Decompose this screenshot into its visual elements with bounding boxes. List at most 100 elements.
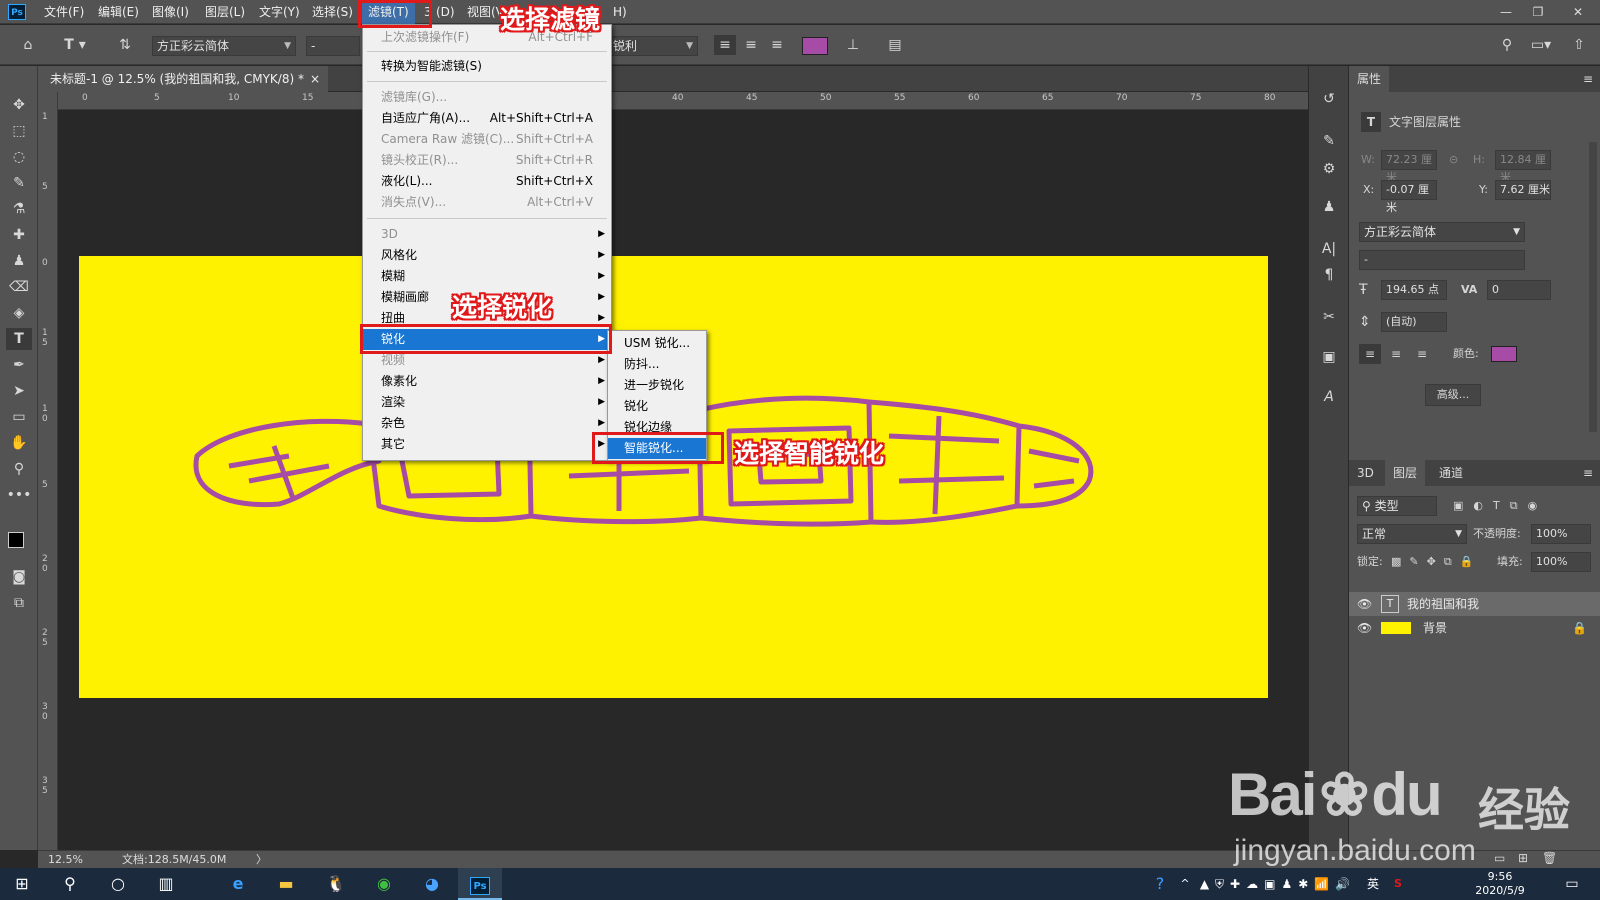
type-tool-icon[interactable]: T xyxy=(6,328,32,350)
align-left-icon[interactable]: ≡ xyxy=(1359,344,1381,364)
panel-menu-icon[interactable]: ≡ xyxy=(1575,66,1600,92)
pen-tool-icon[interactable]: ✒ xyxy=(6,354,32,376)
menu-item-stylize[interactable]: 风格化 ▶ xyxy=(363,245,611,266)
fill-field[interactable]: 100% xyxy=(1531,552,1591,572)
eyedropper-tool-icon[interactable]: ⚗ xyxy=(6,198,32,220)
menu-item-render[interactable]: 渲染 ▶ xyxy=(363,392,611,413)
tab-3d[interactable]: 3D xyxy=(1349,460,1382,486)
rectangle-tool-icon[interactable]: ▭ xyxy=(6,406,32,428)
align-right-icon[interactable]: ≡ xyxy=(1411,344,1433,364)
zoom-level[interactable]: 12.5% xyxy=(48,851,83,869)
help-icon[interactable]: ? xyxy=(1148,868,1172,900)
character-panel-icon[interactable]: A| xyxy=(1316,238,1342,260)
type-tool-preset-icon[interactable]: T ▾ xyxy=(60,35,90,55)
edge-browser-icon[interactable]: e xyxy=(216,868,260,900)
submenu-item-sharpen[interactable]: 锐化 xyxy=(608,396,706,417)
browser-360-icon[interactable]: ◉ xyxy=(362,868,406,900)
align-right-icon[interactable]: ≡ xyxy=(766,35,788,55)
restore-button[interactable]: ❐ xyxy=(1522,0,1554,24)
layer-row[interactable]: 👁 背景 🔒 xyxy=(1349,616,1600,640)
character-panel-icon[interactable]: ▤ xyxy=(884,35,906,55)
opacity-field[interactable]: 100% xyxy=(1531,524,1591,544)
qq-icon[interactable]: 🐧 xyxy=(314,868,358,900)
screen-mode-icon[interactable]: ⧉ xyxy=(6,592,32,614)
quick-select-tool-icon[interactable]: ✎ xyxy=(6,172,32,194)
more-tools-icon[interactable]: ••• xyxy=(6,484,32,506)
close-button[interactable]: ✕ xyxy=(1562,0,1594,24)
eraser-tool-icon[interactable]: ⌫ xyxy=(6,276,32,298)
menu-3d-suffix[interactable]: (D) xyxy=(430,0,461,24)
history-panel-icon[interactable]: ↺ xyxy=(1316,88,1342,110)
document-tab[interactable]: 未标题-1 @ 12.5% (我的祖国和我, CMYK/8) * × xyxy=(38,66,328,92)
tools-preset-icon[interactable]: ✂ xyxy=(1316,306,1342,328)
libraries-panel-icon[interactable]: ▣ xyxy=(1316,346,1342,368)
workspace-icon[interactable]: ▭▾ xyxy=(1526,35,1556,55)
photoshop-taskbar-icon[interactable]: Ps xyxy=(458,868,502,900)
task-view-icon[interactable]: ▥ xyxy=(144,868,188,900)
menu-item-blur[interactable]: 模糊 ▶ xyxy=(363,266,611,287)
paragraph-panel-icon[interactable]: ¶ xyxy=(1316,264,1342,286)
font-style-select[interactable]: - xyxy=(306,36,360,56)
stamp-tool-icon[interactable]: ♟ xyxy=(6,250,32,272)
tab-channels[interactable]: 通道 xyxy=(1431,460,1471,486)
submenu-item-usm-sharpen[interactable]: USM 锐化... xyxy=(608,333,706,354)
font-family-field[interactable]: 方正彩云简体 ▼ xyxy=(1359,222,1525,242)
search-icon[interactable]: ⚲ xyxy=(48,868,92,900)
link-icon[interactable]: ⊝ xyxy=(1449,150,1458,170)
menu-item-pixelate[interactable]: 像素化 ▶ xyxy=(363,371,611,392)
search-icon[interactable]: ⚲ xyxy=(1496,35,1518,55)
height-field[interactable]: 12.84 厘米 xyxy=(1495,150,1551,184)
align-center-icon[interactable]: ≡ xyxy=(1385,344,1407,364)
layer-row[interactable]: 👁 T 我的祖国和我 xyxy=(1349,592,1600,616)
panel-menu-icon[interactable]: ≡ xyxy=(1575,460,1600,486)
minimize-button[interactable]: — xyxy=(1490,0,1522,24)
clone-source-panel-icon[interactable]: ♟ xyxy=(1316,196,1342,218)
tracking-field[interactable]: 0 xyxy=(1487,280,1551,300)
font-style-field[interactable]: - xyxy=(1359,250,1525,270)
tray-expand-icon[interactable]: ^ xyxy=(1176,868,1194,900)
align-left-icon[interactable]: ≡ xyxy=(714,35,736,55)
adjustments-panel-icon[interactable]: ⚙ xyxy=(1316,158,1342,180)
y-field[interactable]: 7.62 厘米 xyxy=(1495,180,1551,200)
antialias-select[interactable]: 锐利 ▼ xyxy=(608,36,698,56)
move-tool-icon[interactable]: ✥ xyxy=(6,94,32,116)
menu-item-vanishing-point[interactable]: 消失点(V)... Alt+Ctrl+V xyxy=(363,192,611,213)
menu-item-liquify[interactable]: 液化(L)... Shift+Ctrl+X xyxy=(363,171,611,192)
menu-edit[interactable]: 编辑(E) xyxy=(92,0,145,24)
text-color-swatch[interactable] xyxy=(802,37,828,55)
width-field[interactable]: 72.23 厘米 xyxy=(1381,150,1437,184)
align-center-icon[interactable]: ≡ xyxy=(740,35,762,55)
tab-layers[interactable]: 图层 xyxy=(1385,460,1426,486)
lock-icons[interactable]: ▩✎✥⧉🔒 xyxy=(1391,552,1481,572)
submenu-item-sharpen-more[interactable]: 进一步锐化 xyxy=(608,375,706,396)
home-icon[interactable]: ⌂ xyxy=(16,35,40,55)
menu-item-other[interactable]: 其它 ▶ xyxy=(363,434,611,455)
blend-mode-select[interactable]: 正常 ▼ xyxy=(1357,524,1467,544)
warp-text-icon[interactable]: ⊥ xyxy=(842,35,864,55)
menu-image[interactable]: 图像(I) xyxy=(146,0,195,24)
properties-scrollbar[interactable] xyxy=(1589,142,1597,432)
eye-icon[interactable]: 👁 xyxy=(1357,616,1372,640)
menu-file[interactable]: 文件(F) xyxy=(38,0,90,24)
foreground-color-swatch[interactable] xyxy=(8,532,24,548)
lasso-tool-icon[interactable]: ◌ xyxy=(6,146,32,168)
zoom-tool-icon[interactable]: ⚲ xyxy=(6,458,32,480)
advanced-button[interactable]: 高级... xyxy=(1425,384,1481,406)
menu-item-filter-gallery[interactable]: 滤镜库(G)... xyxy=(363,87,611,108)
leading-field[interactable]: (自动) xyxy=(1381,312,1447,332)
cortana-icon[interactable]: ○ xyxy=(96,868,140,900)
menu-item-adaptive-wide-angle[interactable]: 自适应广角(A)... Alt+Shift+Ctrl+A xyxy=(363,108,611,129)
x-field[interactable]: -0.07 厘米 xyxy=(1381,180,1437,214)
text-orientation-icon[interactable]: ⇅ xyxy=(114,35,136,55)
eye-icon[interactable]: 👁 xyxy=(1357,592,1372,616)
qq-browser-icon[interactable]: ◕ xyxy=(410,868,454,900)
menu-item-noise[interactable]: 杂色 ▶ xyxy=(363,413,611,434)
path-select-tool-icon[interactable]: ➤ xyxy=(6,380,32,402)
menu-select[interactable]: 选择(S) xyxy=(306,0,359,24)
paint-bucket-tool-icon[interactable]: ◈ xyxy=(6,302,32,324)
text-color-swatch[interactable] xyxy=(1491,346,1517,362)
quick-mask-icon[interactable]: ◙ xyxy=(6,566,32,588)
tab-properties[interactable]: 属性 xyxy=(1349,66,1390,92)
menu-item-convert-smart-filter[interactable]: 转换为智能滤镜(S) xyxy=(363,56,611,77)
menu-item-camera-raw[interactable]: Camera Raw 滤镜(C)... Shift+Ctrl+A xyxy=(363,129,611,150)
